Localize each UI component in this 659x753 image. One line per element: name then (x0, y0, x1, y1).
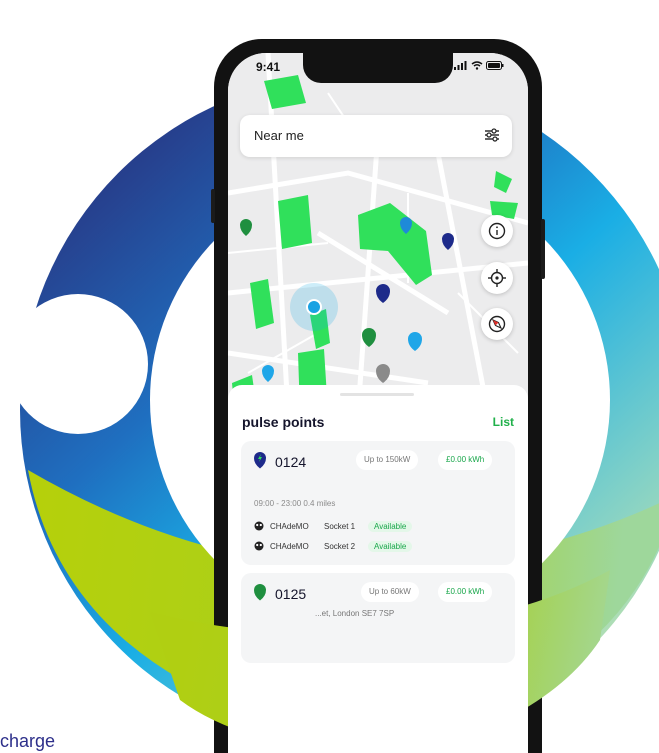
socket-row: CHAdeMO Socket 1 Available (254, 519, 413, 533)
locate-icon (488, 269, 506, 287)
status-badge: Available (368, 520, 413, 532)
list-link[interactable]: List (493, 415, 514, 429)
power-badge: Up to 60kW (361, 582, 419, 602)
charge-pin-icon (254, 584, 266, 601)
charge-pin-icon (254, 452, 266, 469)
hours-distance: 09:00 - 23:00 0.4 miles (254, 499, 336, 508)
status-badge: Available (368, 540, 413, 552)
status-time: 9:41 (256, 60, 281, 74)
power-button (541, 219, 545, 279)
compass-icon (488, 315, 506, 333)
footer-text: charge (0, 731, 56, 751)
socket-row: CHAdeMO Socket 2 Available (254, 539, 413, 553)
station-address: ...et, London SE7 7SP (315, 609, 395, 618)
socket-name: Socket 1 (324, 521, 356, 531)
wifi-icon (471, 61, 483, 70)
volume-button (211, 189, 215, 223)
price-badge: £0.00 kWh (438, 450, 493, 470)
filter-icon[interactable] (484, 127, 500, 143)
socket-type: CHAdeMO (270, 541, 309, 551)
status-icons (454, 61, 504, 70)
chademo-icon (254, 541, 264, 551)
search-bar[interactable]: Near me (240, 115, 512, 157)
phone-mockup: 9:41 Near me pulse points List 0124 Up t… (211, 39, 545, 753)
socket-name: Socket 2 (324, 541, 356, 551)
station-card[interactable]: 0124 Up to 150kW £0.00 kWh 09:00 - 23:00… (241, 441, 515, 565)
compass-button[interactable] (481, 308, 513, 340)
chademo-icon (254, 521, 264, 531)
price-badge: £0.00 kWh (438, 582, 493, 602)
locate-button[interactable] (481, 262, 513, 294)
battery-icon (486, 61, 504, 70)
station-id: 0124 (275, 454, 307, 470)
info-button[interactable] (481, 215, 513, 247)
stations-sheet: pulse points List 0124 Up to 150kW £0.00… (228, 385, 528, 753)
signal-icon (454, 61, 467, 70)
app-screen: 9:41 Near me pulse points List 0124 Up t… (228, 53, 528, 753)
station-card[interactable]: 0125 Up to 60kW £0.00 kWh ...et, London … (241, 573, 515, 663)
info-icon (488, 222, 506, 240)
power-badge: Up to 150kW (356, 450, 419, 470)
search-input[interactable]: Near me (254, 128, 304, 143)
socket-type: CHAdeMO (270, 521, 309, 531)
notch (303, 53, 453, 83)
drag-handle[interactable] (340, 393, 414, 396)
sheet-title: pulse points (242, 414, 325, 430)
station-id: 0125 (275, 586, 307, 602)
